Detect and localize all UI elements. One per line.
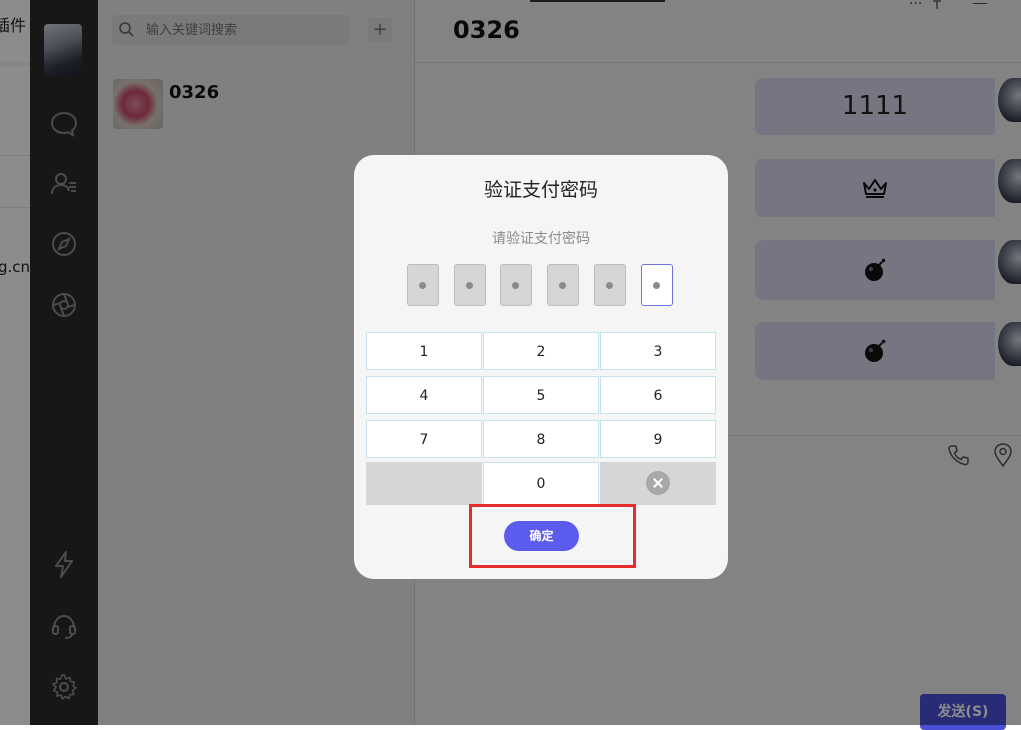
key-0[interactable]: 0 xyxy=(483,462,599,505)
delete-icon xyxy=(646,471,670,495)
dialog-subtitle: 请验证支付密码 xyxy=(492,231,590,247)
key-blank xyxy=(366,462,482,505)
dialog-title: 验证支付密码 xyxy=(483,179,598,201)
pin-dot xyxy=(606,282,613,289)
key-1[interactable]: 1 xyxy=(366,332,482,370)
pin-dot xyxy=(512,282,519,289)
key-7[interactable]: 7 xyxy=(366,420,482,458)
pin-dot xyxy=(419,282,426,289)
key-2[interactable]: 2 xyxy=(483,332,599,370)
pin-dot xyxy=(653,282,660,289)
pin-digit-box xyxy=(594,264,626,306)
key-8[interactable]: 8 xyxy=(483,420,599,458)
pin-dot xyxy=(466,282,473,289)
key-3[interactable]: 3 xyxy=(600,332,716,370)
pin-digit-box xyxy=(454,264,486,306)
pin-digit-box xyxy=(500,264,532,306)
key-4[interactable]: 4 xyxy=(366,376,482,414)
key-6[interactable]: 6 xyxy=(600,376,716,414)
pin-dot xyxy=(559,282,566,289)
delete-key[interactable] xyxy=(600,462,716,505)
numeric-keypad: 1 2 3 4 5 6 7 8 9 0 xyxy=(366,332,716,505)
pin-digit-box-active[interactable] xyxy=(641,264,673,306)
highlight-annotation-box xyxy=(469,504,636,568)
pin-digit-box xyxy=(407,264,439,306)
pin-digit-box xyxy=(547,264,579,306)
key-9[interactable]: 9 xyxy=(600,420,716,458)
key-5[interactable]: 5 xyxy=(483,376,599,414)
